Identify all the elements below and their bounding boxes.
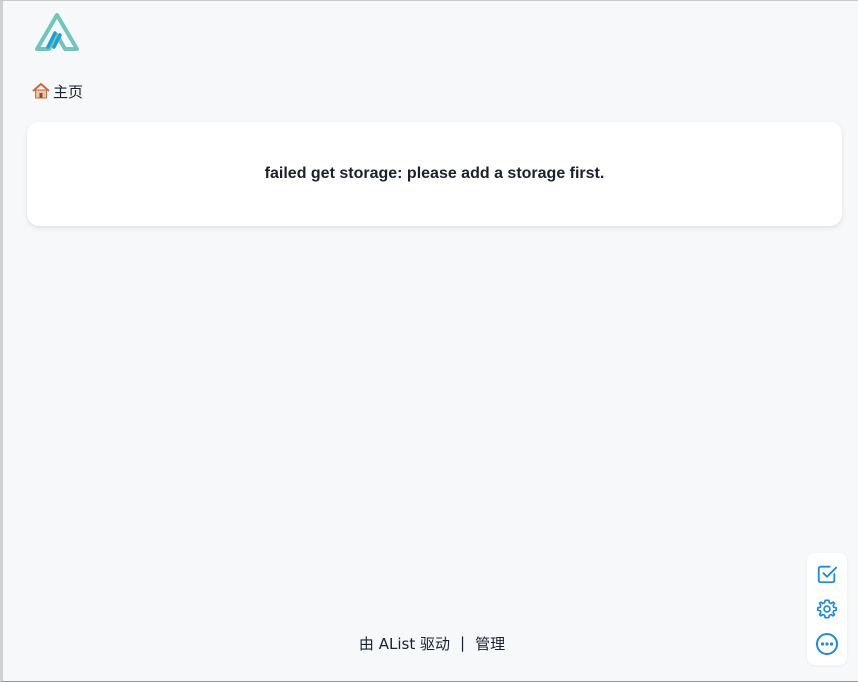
breadcrumb-label: 主页 (53, 82, 84, 101)
alist-logo-icon[interactable] (35, 13, 79, 53)
app-frame: 主页 failed get storage: please add a stor… (0, 0, 858, 682)
checkbox-icon[interactable] (813, 560, 841, 588)
home-icon (31, 81, 51, 101)
error-message: failed get storage: please add a storage… (264, 165, 605, 182)
footer-suffix: 驱动 (419, 634, 450, 653)
footer: 由 AList 驱动 | 管理 (3, 631, 858, 655)
settings-gear-icon[interactable] (813, 595, 841, 623)
footer-powered-by: 由 AList 驱动 (359, 633, 450, 654)
footer-brand-link[interactable]: AList (379, 635, 415, 653)
breadcrumb-home[interactable]: 主页 (31, 80, 83, 102)
message-card: failed get storage: please add a storage… (27, 122, 842, 226)
more-options-icon[interactable] (813, 630, 841, 658)
side-toolbar (807, 553, 847, 665)
manage-link[interactable]: 管理 (475, 633, 505, 654)
footer-prefix: 由 (358, 634, 374, 653)
footer-separator: | (460, 634, 466, 652)
